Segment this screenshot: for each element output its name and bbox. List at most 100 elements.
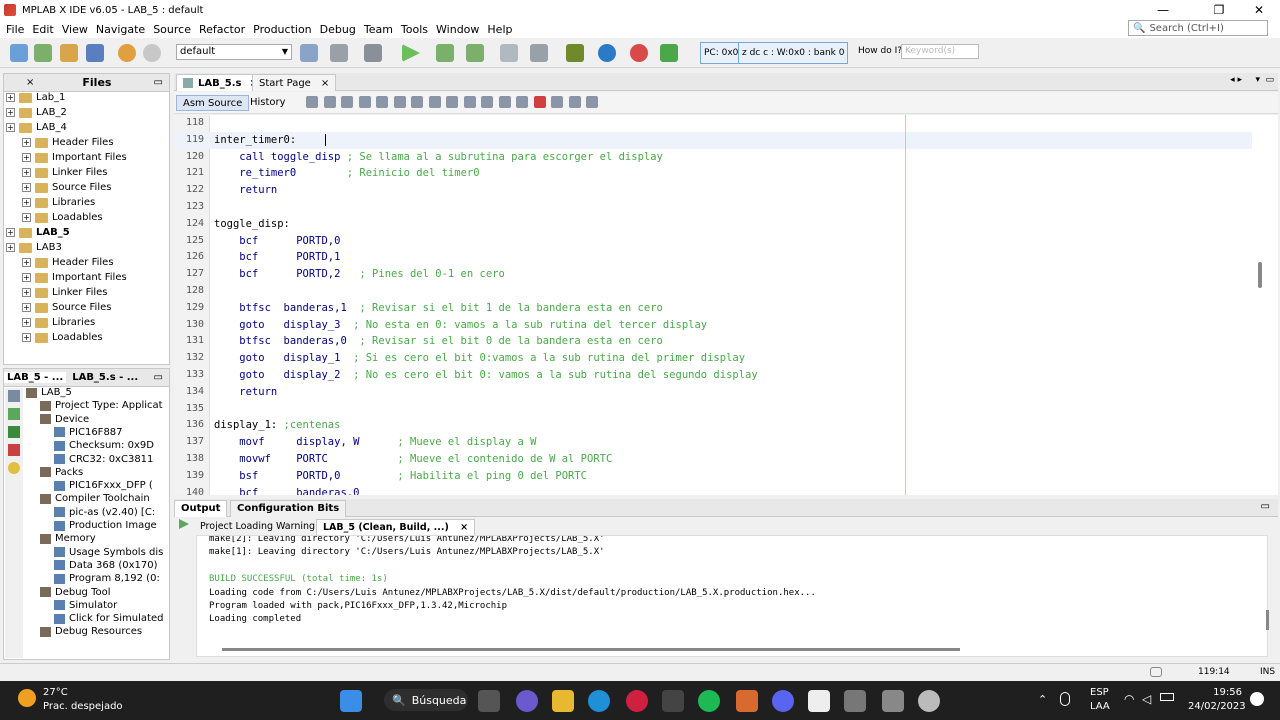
expand-icon[interactable]: + bbox=[6, 93, 15, 102]
menu-team[interactable]: Team bbox=[360, 23, 397, 36]
shift-left-icon[interactable] bbox=[498, 96, 511, 108]
tree-item[interactable]: + Important Files bbox=[22, 270, 127, 285]
edge-icon[interactable] bbox=[588, 690, 610, 712]
code-line[interactable]: 140 bcf banderas,0 bbox=[174, 485, 1252, 495]
expand-icon[interactable]: + bbox=[22, 288, 31, 297]
expand-icon[interactable]: + bbox=[6, 243, 15, 252]
menu-window[interactable]: Window bbox=[432, 23, 483, 36]
undo-icon[interactable] bbox=[118, 44, 136, 62]
code-line[interactable]: 118 bbox=[174, 115, 1252, 132]
wifi-icon[interactable]: ◠ bbox=[1124, 692, 1134, 706]
tree-item[interactable]: + Important Files bbox=[22, 150, 127, 165]
tab-navigator[interactable]: LAB_5.s - ... bbox=[66, 372, 144, 383]
find-next-icon[interactable] bbox=[393, 96, 406, 108]
code-line[interactable]: 124 toggle_disp: bbox=[174, 216, 1252, 233]
find-icon[interactable] bbox=[358, 96, 371, 108]
tree-item[interactable]: + Libraries bbox=[22, 315, 95, 330]
tree-item[interactable]: + LAB3 bbox=[6, 240, 62, 255]
code-line[interactable]: 130 goto display_3 ; No esta en 0: vamos… bbox=[174, 317, 1252, 334]
search-input[interactable]: 🔍 Search (Ctrl+I) bbox=[1128, 20, 1268, 36]
expand-icon[interactable]: + bbox=[22, 273, 31, 282]
expand-icon[interactable]: + bbox=[22, 213, 31, 222]
notifications-icon[interactable] bbox=[1250, 692, 1264, 706]
minimize-panel-icon[interactable]: ▭ bbox=[154, 372, 163, 383]
minimize-button[interactable]: — bbox=[1140, 0, 1186, 20]
expand-icon[interactable]: + bbox=[22, 303, 31, 312]
tab-project-loading-warning[interactable]: Project Loading Warning bbox=[194, 519, 321, 535]
notion-icon[interactable] bbox=[662, 690, 684, 712]
read-device-icon[interactable] bbox=[500, 44, 518, 62]
menu-debug[interactable]: Debug bbox=[316, 23, 360, 36]
start-button-icon[interactable] bbox=[340, 690, 362, 712]
tab-configuration-bits[interactable]: Configuration Bits bbox=[230, 500, 347, 517]
expand-icon[interactable]: + bbox=[22, 198, 31, 207]
code-line[interactable]: 123 bbox=[174, 199, 1252, 216]
configuration-select[interactable]: default ▼ bbox=[176, 44, 292, 60]
output-horizontal-scrollbar[interactable] bbox=[222, 648, 960, 651]
code-line[interactable]: 136 display_1: ;centenas bbox=[174, 417, 1252, 434]
code-line[interactable]: 137 movf display, W ; Mueve el display a… bbox=[174, 434, 1252, 451]
find-prev-icon[interactable] bbox=[376, 96, 388, 108]
bulb-icon[interactable] bbox=[8, 462, 20, 474]
tree-item[interactable]: + Linker Files bbox=[22, 165, 108, 180]
clock-time[interactable]: 19:56 bbox=[1188, 687, 1242, 698]
expand-icon[interactable]: + bbox=[22, 138, 31, 147]
tree-item[interactable]: + Source Files bbox=[22, 300, 111, 315]
menu-tools[interactable]: Tools bbox=[397, 23, 432, 36]
set-config-icon[interactable] bbox=[300, 44, 318, 62]
tab-output[interactable]: Output bbox=[174, 500, 228, 517]
opera-icon[interactable] bbox=[626, 690, 648, 712]
volume-icon[interactable]: ◁ bbox=[1142, 692, 1151, 706]
clean-build-icon[interactable] bbox=[364, 44, 382, 62]
find-selection-icon[interactable] bbox=[411, 96, 423, 108]
save-icon[interactable] bbox=[86, 44, 104, 62]
refresh-icon[interactable] bbox=[8, 408, 20, 420]
new-project-icon[interactable] bbox=[34, 44, 52, 62]
code-line[interactable]: 128 bbox=[174, 283, 1252, 300]
build-hammer-icon[interactable] bbox=[330, 44, 348, 62]
code-line[interactable]: 127 bcf PORTD,2 ; Pines del 0-1 en cero bbox=[174, 266, 1252, 283]
expand-icon[interactable]: + bbox=[6, 228, 15, 237]
output-vertical-scrollbar[interactable] bbox=[1266, 610, 1269, 630]
program-device-icon[interactable] bbox=[466, 44, 484, 62]
code-line[interactable]: 129 btfsc banderas,1 ; Revisar si el bit… bbox=[174, 300, 1252, 317]
tree-item[interactable]: + Header Files bbox=[22, 135, 114, 150]
next-bookmark-icon[interactable] bbox=[481, 96, 493, 108]
shift-right-icon[interactable] bbox=[516, 96, 528, 108]
tab-history[interactable]: History bbox=[244, 95, 292, 111]
task-view-icon[interactable] bbox=[478, 690, 500, 712]
expand-icon[interactable]: + bbox=[22, 258, 31, 267]
forward-icon[interactable] bbox=[323, 96, 336, 108]
new-file-icon[interactable] bbox=[10, 44, 28, 62]
tab-scroll-arrows-icon[interactable]: ◂ ▸ bbox=[1230, 75, 1242, 85]
tree-item[interactable]: + LAB_4 bbox=[6, 120, 67, 135]
code-line[interactable]: 138 movwf PORTC ; Mueve el contenido de … bbox=[174, 451, 1252, 468]
stop-macro-icon[interactable] bbox=[551, 96, 563, 108]
open-project-icon[interactable] bbox=[60, 44, 78, 62]
menu-view[interactable]: View bbox=[58, 23, 92, 36]
ipe-taskbar-icon[interactable] bbox=[882, 690, 904, 712]
language-primary[interactable]: ESP bbox=[1090, 687, 1109, 698]
tab-start-page[interactable]: Start Page × bbox=[252, 74, 337, 91]
toggle-highlight-icon[interactable] bbox=[428, 96, 441, 108]
code-line[interactable]: 131 btfsc banderas,0 ; Revisar si el bit… bbox=[174, 333, 1252, 350]
tab-dashboard[interactable]: LAB_5 - ... bbox=[4, 372, 67, 383]
tab-list-icon[interactable]: ▾ bbox=[1255, 75, 1260, 85]
clock-date[interactable]: 24/02/2023 bbox=[1188, 701, 1246, 712]
chip-icon[interactable] bbox=[8, 426, 20, 438]
chevron-up-icon[interactable]: ⌃ bbox=[1038, 693, 1047, 706]
close-icon[interactable]: × bbox=[460, 522, 468, 533]
close-icon[interactable]: × bbox=[321, 78, 329, 89]
matlab-icon[interactable] bbox=[736, 690, 758, 712]
tree-item[interactable]: + LAB_5 bbox=[6, 225, 70, 240]
menu-help[interactable]: Help bbox=[483, 23, 516, 36]
code-line[interactable]: 135 bbox=[174, 401, 1252, 418]
tree-item[interactable]: + Linker Files bbox=[22, 285, 108, 300]
harmony-icon[interactable] bbox=[630, 44, 648, 62]
teams-icon[interactable] bbox=[516, 690, 538, 712]
minimize-panel-icon[interactable]: ▭ bbox=[154, 77, 163, 88]
battery-icon[interactable] bbox=[1160, 693, 1174, 701]
keyword-input[interactable]: Keyword(s) bbox=[901, 44, 979, 59]
tree-item[interactable]: + Loadables bbox=[22, 210, 103, 225]
menu-edit[interactable]: Edit bbox=[28, 23, 57, 36]
